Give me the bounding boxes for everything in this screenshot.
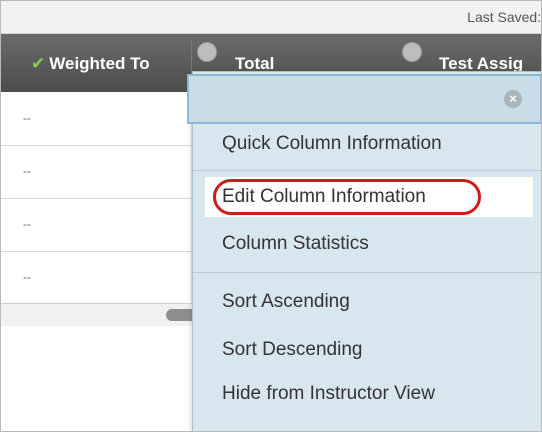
- menu-item-hide-from-instructor-view[interactable]: Hide from Instructor View: [193, 374, 541, 414]
- column-menu-button-total[interactable]: [197, 42, 217, 62]
- menu-item-label: Hide from Instructor View: [222, 383, 435, 404]
- menu-item-label: Sort Descending: [222, 339, 363, 360]
- column-header-weighted-total[interactable]: ✔ Weighted To: [31, 54, 150, 74]
- menu-item-sort-descending[interactable]: Sort Descending: [193, 330, 541, 370]
- column-menu-button-test[interactable]: [402, 42, 422, 62]
- menu-divider: [193, 170, 541, 171]
- top-bar: Last Saved:/: [1, 1, 541, 34]
- grade-cell[interactable]: --: [23, 111, 31, 125]
- close-icon[interactable]: ×: [504, 90, 522, 108]
- menu-item-label: Column Statistics: [222, 233, 369, 254]
- red-highlight-oval: [213, 179, 481, 215]
- menu-divider: [193, 272, 541, 273]
- menu-item-column-statistics[interactable]: Column Statistics: [193, 224, 541, 264]
- menu-item-quick-column-information[interactable]: Quick Column Information: [193, 124, 541, 164]
- grade-center-frame: Last Saved:/ ✔ Weighted To Total Test Ass…: [0, 0, 542, 432]
- menu-item-label: Sort Ascending: [222, 291, 350, 312]
- grade-cell[interactable]: --: [23, 270, 31, 284]
- context-menu-header: ×: [187, 74, 541, 124]
- checkmark-icon: ✔: [31, 54, 46, 73]
- menu-item-label: Quick Column Information: [222, 133, 442, 154]
- menu-item-sort-ascending[interactable]: Sort Ascending: [193, 282, 541, 322]
- grade-cell[interactable]: --: [23, 164, 31, 178]
- column-context-menu: × Quick Column Information Edit Column I…: [187, 71, 541, 431]
- grade-cell[interactable]: --: [23, 217, 31, 231]
- last-saved-label: Last Saved:/: [467, 9, 542, 25]
- column-header-label: Weighted To: [49, 54, 150, 73]
